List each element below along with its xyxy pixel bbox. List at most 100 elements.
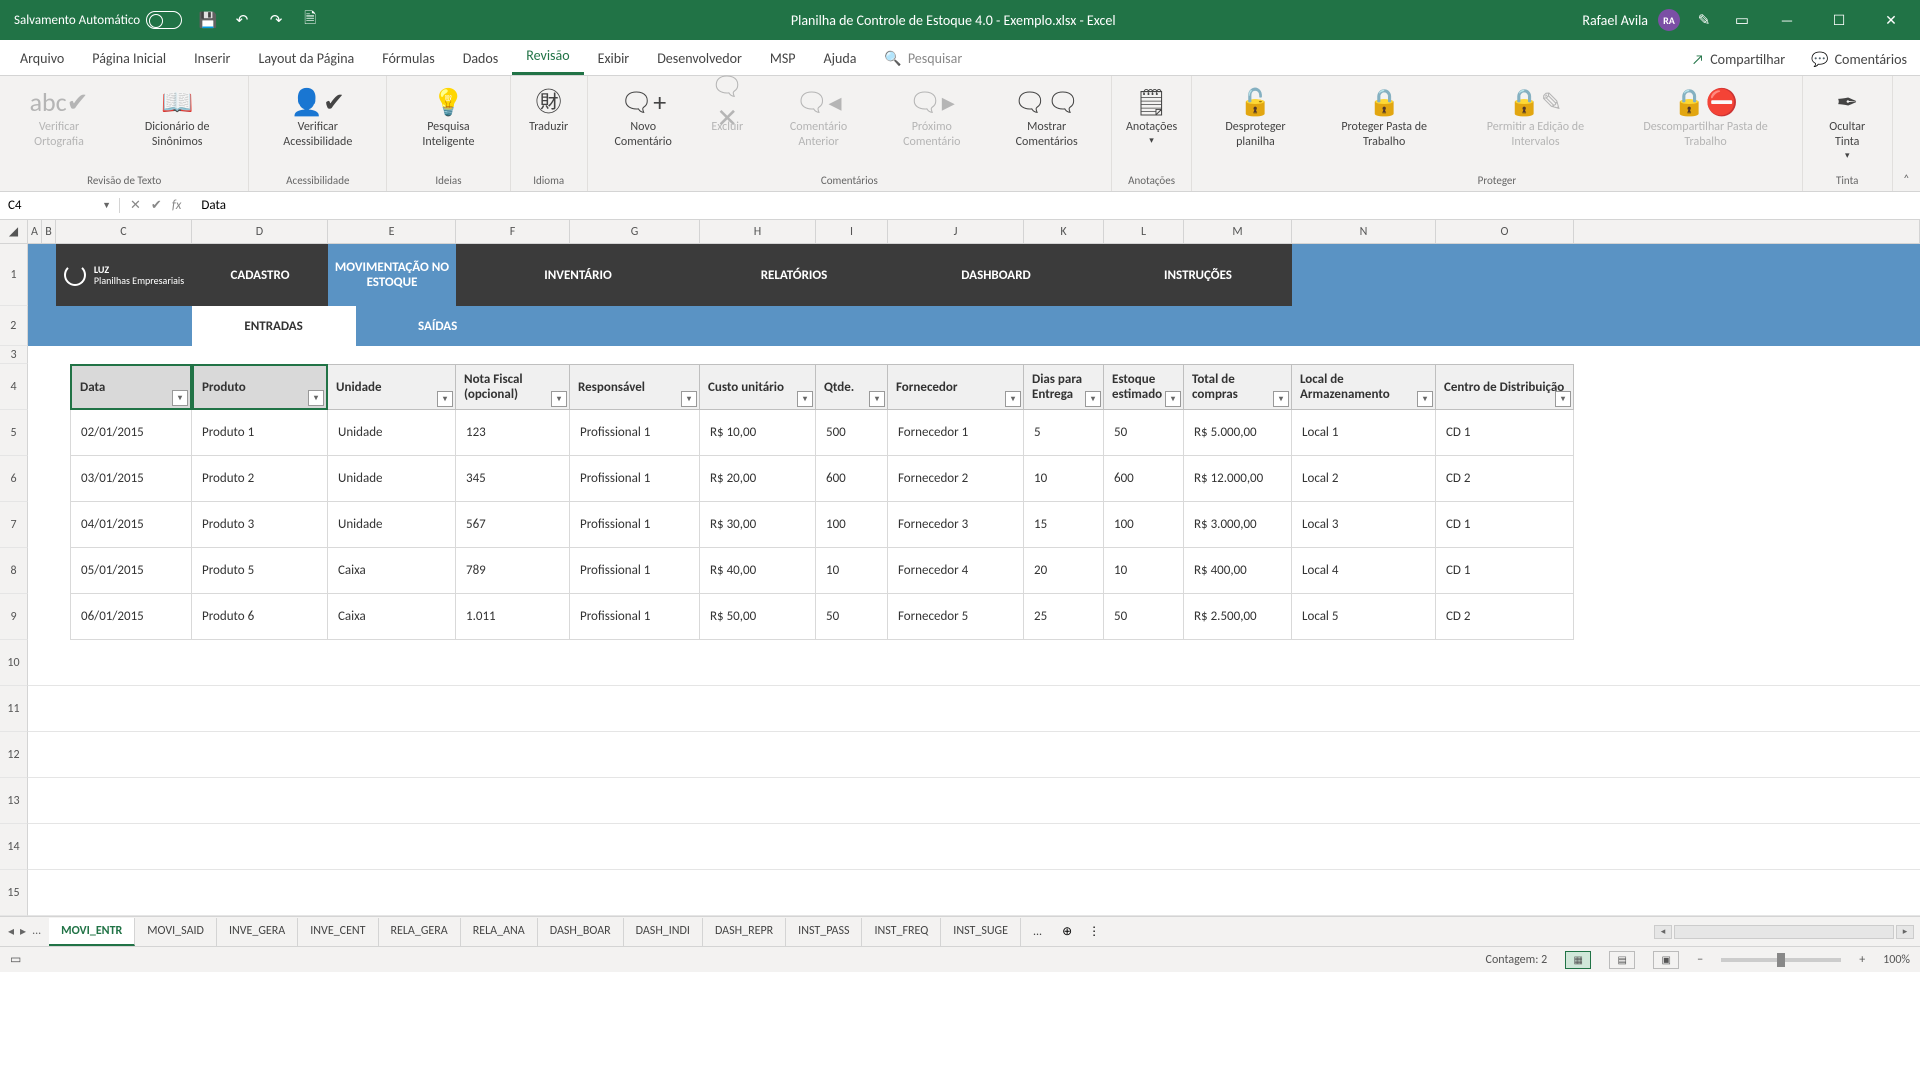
cell-produto[interactable]: Produto 1	[192, 410, 328, 456]
col-G[interactable]: G	[570, 220, 700, 243]
cell-local[interactable]: Local 5	[1292, 594, 1436, 640]
row-header-4[interactable]: 4	[0, 364, 28, 410]
tab-ajuda[interactable]: Ajuda	[810, 42, 871, 75]
col-D[interactable]: D	[192, 220, 328, 243]
sheet-tab-INVE_CENT[interactable]: INVE_CENT	[298, 918, 378, 946]
cell-responsavel[interactable]: Profissional 1	[570, 502, 700, 548]
view-page-layout-button[interactable]: ▤	[1609, 951, 1635, 969]
col-B[interactable]: B	[42, 220, 56, 243]
cell-fornecedor[interactable]: Fornecedor 3	[888, 502, 1024, 548]
th-local[interactable]: Local de Armazenamento▾	[1292, 364, 1436, 410]
cell-total[interactable]: R$ 3.000,00	[1184, 502, 1292, 548]
empty-cell[interactable]	[28, 732, 1920, 778]
col-O[interactable]: O	[1436, 220, 1574, 243]
spellcheck-button[interactable]: abc✔Verificar Ortografia	[8, 80, 110, 154]
cell-nota[interactable]: 789	[456, 548, 570, 594]
sheet-tab-INVE_GERA[interactable]: INVE_GERA	[217, 918, 298, 946]
col-C[interactable]: C	[56, 220, 192, 243]
cell-estoque[interactable]: 50	[1104, 410, 1184, 456]
cell-local[interactable]: Local 1	[1292, 410, 1436, 456]
cell-centro[interactable]: CD 2	[1436, 456, 1574, 502]
next-comment-button[interactable]: 🗨▸Próximo Comentário	[877, 80, 986, 154]
cell-produto[interactable]: Produto 2	[192, 456, 328, 502]
th-centro[interactable]: Centro de Distribuição▾	[1436, 364, 1574, 410]
show-comments-button[interactable]: 🗨🗨Mostrar Comentários	[990, 80, 1103, 154]
th-dias[interactable]: Dias para Entrega▾	[1024, 364, 1104, 410]
th-nota[interactable]: Nota Fiscal (opcional)▾	[456, 364, 570, 410]
col-H[interactable]: H	[700, 220, 816, 243]
sheet-nav-first[interactable]: ◂	[8, 924, 14, 939]
nav-dashboard[interactable]: DASHBOARD	[888, 244, 1104, 306]
quickprint-icon[interactable]: 🗎	[296, 6, 324, 34]
save-icon[interactable]: 💾	[194, 6, 222, 34]
tab-msp[interactable]: MSP	[756, 42, 810, 75]
cell-data[interactable]: 06/01/2015	[70, 594, 192, 640]
translate-button[interactable]: ㊖Traduzir	[519, 80, 579, 139]
cell-total[interactable]: R$ 2.500,00	[1184, 594, 1292, 640]
cell-total[interactable]: R$ 12.000,00	[1184, 456, 1292, 502]
cell-centro[interactable]: CD 1	[1436, 548, 1574, 594]
filter-icon[interactable]: ▾	[1085, 391, 1101, 407]
th-qtde[interactable]: Qtde.▾	[816, 364, 888, 410]
delete-comment-button[interactable]: 🗨✕Excluir	[695, 80, 760, 139]
sheet-tab-INST_PASS[interactable]: INST_PASS	[786, 918, 862, 946]
cell-produto[interactable]: Produto 3	[192, 502, 328, 548]
filter-icon[interactable]: ▾	[681, 391, 697, 407]
empty-cell[interactable]	[28, 778, 1920, 824]
add-sheet-button[interactable]: ⊕	[1054, 920, 1080, 943]
col-M[interactable]: M	[1184, 220, 1292, 243]
cell-qtde[interactable]: 600	[816, 456, 888, 502]
th-responsavel[interactable]: Responsável▾	[570, 364, 700, 410]
empty-cell[interactable]	[28, 824, 1920, 870]
cell-nota[interactable]: 1.011	[456, 594, 570, 640]
col-N[interactable]: N	[1292, 220, 1436, 243]
cell-total[interactable]: R$ 400,00	[1184, 548, 1292, 594]
sheet-nav-prev[interactable]: ▸	[20, 924, 26, 939]
share-button[interactable]: ↗Compartilhar	[1679, 44, 1798, 75]
row-header-2[interactable]: 2	[0, 306, 28, 346]
maximize-button[interactable]: ☐	[1818, 2, 1860, 38]
th-data[interactable]: Data▾	[70, 364, 192, 410]
col-I[interactable]: I	[816, 220, 888, 243]
cell-data[interactable]: 05/01/2015	[70, 548, 192, 594]
nav-inventario[interactable]: INVENTÁRIO	[456, 244, 700, 306]
row-header-1[interactable]: 1	[0, 244, 28, 306]
cell-total[interactable]: R$ 5.000,00	[1184, 410, 1292, 456]
cell-dias[interactable]: 10	[1024, 456, 1104, 502]
col-L[interactable]: L	[1104, 220, 1184, 243]
row-header-15[interactable]: 15	[0, 870, 28, 916]
fx-icon[interactable]: fx	[172, 198, 182, 213]
row-header-8[interactable]: 8	[0, 548, 28, 594]
cell-data[interactable]: 03/01/2015	[70, 456, 192, 502]
empty-cell[interactable]	[28, 686, 1920, 732]
cell-qtde[interactable]: 50	[816, 594, 888, 640]
cell-nota[interactable]: 567	[456, 502, 570, 548]
row-header-10[interactable]: 10	[0, 640, 28, 686]
th-produto[interactable]: Produto▾	[192, 364, 328, 410]
cell-custo[interactable]: R$ 40,00	[700, 548, 816, 594]
autosave-toggle[interactable]: Salvamento Automático	[8, 11, 188, 29]
cell-qtde[interactable]: 500	[816, 410, 888, 456]
tab-dados[interactable]: Dados	[449, 42, 513, 75]
row-header-3[interactable]: 3	[0, 346, 28, 364]
tab-pagina-inicial[interactable]: Página Inicial	[78, 42, 180, 75]
cell-dias[interactable]: 25	[1024, 594, 1104, 640]
table-row[interactable]: 805/01/2015Produto 5Caixa789Profissional…	[0, 548, 1920, 594]
nav-movimentacao[interactable]: MOVIMENTAÇÃO NO ESTOQUE	[328, 244, 456, 306]
redo-icon[interactable]: ↷	[262, 6, 290, 34]
cell-unidade[interactable]: Caixa	[328, 594, 456, 640]
comments-button[interactable]: 💬Comentários	[1798, 44, 1920, 75]
cell-data[interactable]: 02/01/2015	[70, 410, 192, 456]
sheet-grid[interactable]: 1 LUZPlanilhas Empresariais CADASTRO MOV…	[0, 244, 1920, 916]
tab-exibir[interactable]: Exibir	[584, 42, 644, 75]
allow-edit-ranges-button[interactable]: 🔒✎Permitir a Edição de Intervalos	[1458, 80, 1614, 154]
table-row[interactable]: 603/01/2015Produto 2Unidade345Profission…	[0, 456, 1920, 502]
filter-icon[interactable]: ▾	[1165, 391, 1181, 407]
subtab-saidas[interactable]: SAÍDAS	[356, 306, 520, 346]
record-macro-icon[interactable]: ▭	[10, 952, 21, 967]
zoom-slider[interactable]	[1721, 958, 1841, 962]
cell-centro[interactable]: CD 2	[1436, 594, 1574, 640]
cell-produto[interactable]: Produto 5	[192, 548, 328, 594]
table-row[interactable]: 906/01/2015Produto 6Caixa1.011Profission…	[0, 594, 1920, 640]
row-header-7[interactable]: 7	[0, 502, 28, 548]
